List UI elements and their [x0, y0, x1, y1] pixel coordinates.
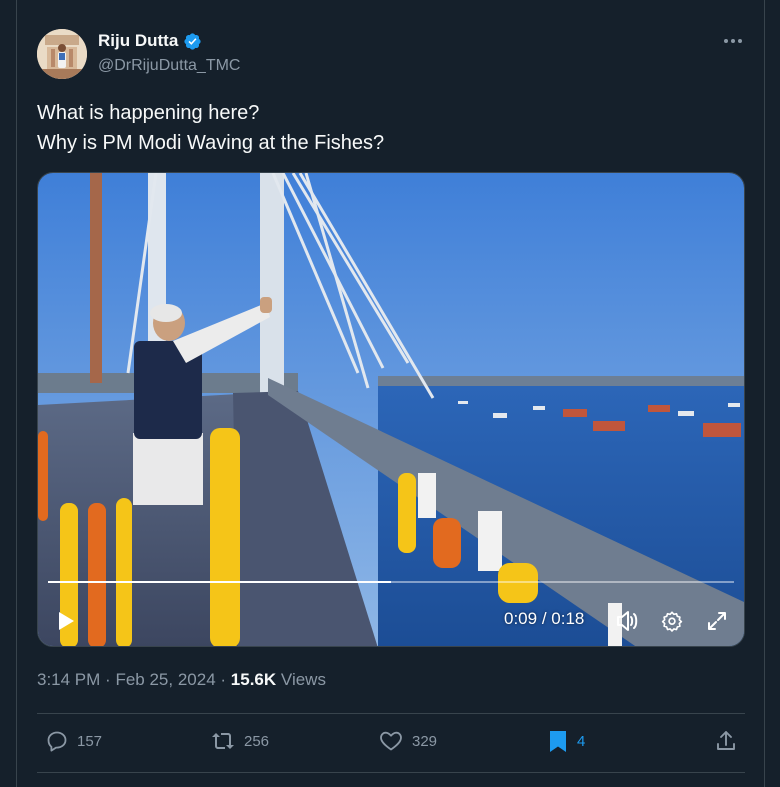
- avatar-image: [37, 29, 87, 79]
- settings-icon: [661, 611, 683, 632]
- bookmark-icon: [550, 731, 566, 752]
- repost-count: 256: [244, 732, 270, 750]
- video-time-separator: /: [541, 609, 547, 628]
- meta-separator: ·: [105, 670, 111, 689]
- settings-button[interactable]: [657, 607, 687, 635]
- views-label: Views: [280, 670, 326, 689]
- tweet-text-line: What is happening here?: [37, 102, 260, 124]
- like-button[interactable]: 329: [378, 729, 437, 753]
- tweet-text-line: Why is PM Modi Waving at the Fishes?: [37, 132, 385, 154]
- bookmark-count: 4: [577, 732, 586, 750]
- video-time: 0:09 / 0:18: [504, 609, 584, 629]
- video-frame: [38, 173, 744, 646]
- like-icon: [380, 731, 402, 751]
- tweet-time[interactable]: 3:14 PM: [37, 670, 100, 689]
- tweet-text: What is happening here? Why is PM Modi W…: [37, 98, 384, 158]
- author-name[interactable]: Riju Dutta: [98, 31, 178, 51]
- reply-button[interactable]: 157: [45, 729, 102, 753]
- fullscreen-button[interactable]: [702, 607, 732, 635]
- fullscreen-icon: [708, 612, 726, 630]
- video-player[interactable]: 0:09 / 0:18: [37, 172, 745, 647]
- share-icon: [717, 731, 735, 750]
- meta-separator: ·: [220, 670, 227, 689]
- more-options-button[interactable]: [716, 28, 750, 54]
- video-duration: 0:18: [551, 609, 585, 628]
- divider: [37, 772, 745, 773]
- author-handle[interactable]: @DrRijuDutta_TMC: [98, 57, 240, 75]
- play-button[interactable]: [52, 607, 80, 635]
- author-name-row[interactable]: Riju Dutta: [98, 31, 202, 51]
- like-count: 329: [412, 732, 438, 750]
- video-progress-bar[interactable]: [48, 581, 734, 583]
- volume-icon: [617, 611, 638, 631]
- play-icon: [59, 612, 74, 630]
- tweet-date[interactable]: Feb 25, 2024: [115, 670, 215, 689]
- reply-icon: [47, 731, 67, 752]
- verified-badge-icon: [184, 32, 201, 50]
- reply-count: 157: [77, 732, 103, 750]
- more-icon: [723, 39, 744, 43]
- video-progress-fill: [48, 581, 391, 583]
- bookmark-button[interactable]: 4: [547, 729, 585, 753]
- avatar[interactable]: [37, 29, 87, 79]
- divider: [37, 713, 745, 714]
- repost-icon: [212, 733, 234, 749]
- video-current-time: 0:09: [504, 609, 538, 628]
- tweet-meta: 3:14 PM · Feb 25, 2024 · 15.6K Views: [37, 670, 326, 690]
- repost-button[interactable]: 256: [210, 729, 269, 753]
- share-button[interactable]: [714, 729, 738, 753]
- volume-button[interactable]: [612, 607, 642, 635]
- views-count: 15.6K: [230, 670, 277, 689]
